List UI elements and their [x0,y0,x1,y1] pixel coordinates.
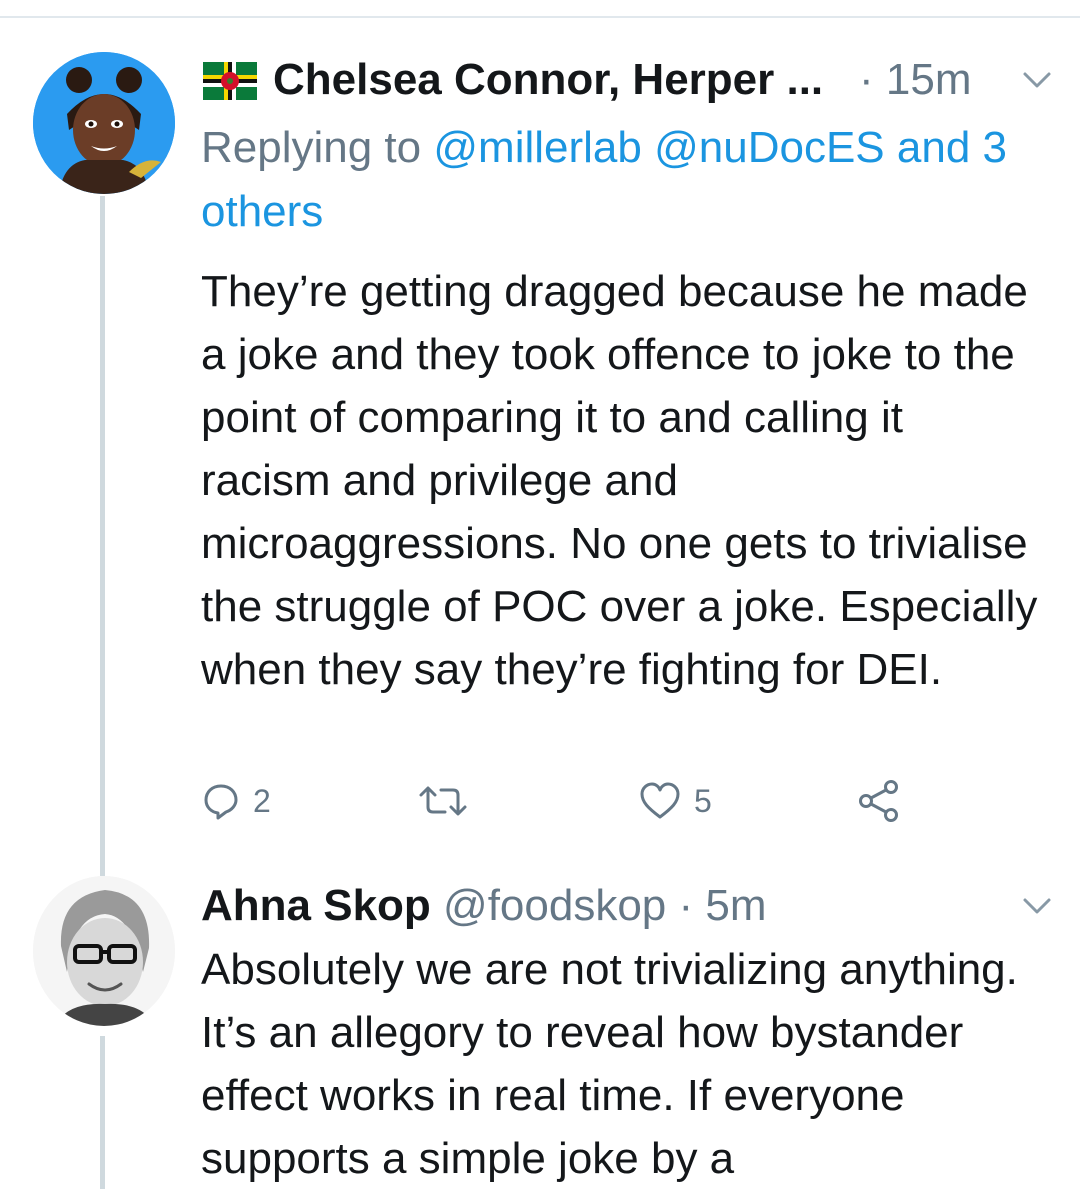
tweet-header: Ahna Skop @foodskop · 5m [201,878,1051,934]
reply-button[interactable]: 2 [201,773,271,829]
like-count: 5 [694,782,712,819]
heart-icon [640,782,680,819]
timestamp[interactable]: 5m [705,881,766,930]
thread-line [100,1036,105,1189]
timestamp-meta: · 15m [859,55,972,104]
reply-and[interactable]: and [897,123,970,172]
like-button[interactable]: 5 [638,773,712,829]
top-divider [0,16,1080,18]
display-name[interactable]: Chelsea Connor, Herper ... [273,52,823,108]
avatar[interactable] [33,52,175,194]
tweet[interactable]: Chelsea Connor, Herper ... · 15m Replyin… [201,52,1051,701]
handle[interactable]: @foodskop [443,881,666,930]
timestamp-separator: · [678,881,694,930]
retweet-button[interactable] [417,773,481,829]
chevron-down-icon[interactable] [1015,886,1059,926]
tweet-header: Chelsea Connor, Herper ... · 15m [201,52,1051,108]
timestamp[interactable]: 15m [886,55,972,104]
tweet[interactable]: Ahna Skop @foodskop · 5m Absolutely we a… [201,878,1051,1190]
reply-count: 2 [253,782,271,819]
avatar[interactable] [33,876,175,1026]
display-name[interactable]: Ahna Skop [201,881,431,930]
reply-mentions-link[interactable]: @millerlab @nuDocES [433,123,884,172]
replying-to: Replying to @millerlab @nuDocES and 3 ot… [201,116,1031,244]
avatar-illustration [33,52,175,194]
tweet-text: They’re getting dragged because he made … [201,267,1038,694]
retweet-icon [419,786,467,816]
chevron-down-icon[interactable] [1015,60,1059,100]
reply-icon [204,784,238,820]
avatar-illustration [33,876,175,1026]
thread-line [100,196,105,876]
replying-to-label: Replying to [201,123,422,172]
dominica-flag-icon [203,62,257,100]
share-button[interactable] [857,773,901,829]
tweet-text: Absolutely we are not trivializing anyth… [201,945,1018,1183]
tweet-actions: 2 5 [201,773,921,829]
share-icon [859,780,898,822]
